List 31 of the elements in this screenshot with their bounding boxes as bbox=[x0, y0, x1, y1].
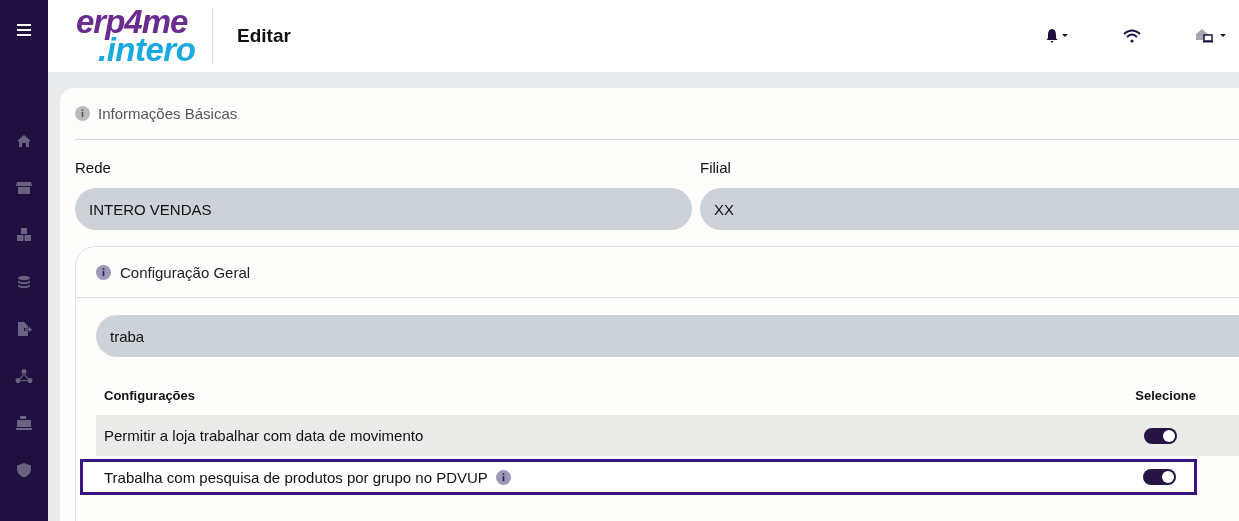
config-row[interactable]: Trabalha com pesquisa de produtos por grupo no PDVUP bbox=[80, 459, 1197, 495]
logo[interactable]: erp4me .intero bbox=[76, 7, 213, 65]
store-switch-button[interactable] bbox=[1195, 27, 1227, 45]
text-field[interactable]: INTERO VENDAS bbox=[75, 188, 692, 230]
search-field[interactable]: traba bbox=[96, 315, 1239, 357]
shield-icon[interactable] bbox=[15, 461, 33, 479]
column-header: Selecione bbox=[1135, 387, 1196, 403]
register-icon[interactable] bbox=[15, 414, 33, 432]
coins-icon[interactable] bbox=[15, 273, 33, 291]
export-icon[interactable] bbox=[15, 320, 33, 338]
notifications-button[interactable] bbox=[1045, 28, 1069, 44]
store-icon[interactable] bbox=[15, 179, 33, 197]
field-label: Filial bbox=[700, 159, 732, 176]
menu-icon[interactable] bbox=[17, 24, 31, 36]
boxes-icon[interactable] bbox=[15, 226, 33, 244]
network-icon[interactable] bbox=[15, 367, 33, 385]
info-icon bbox=[75, 106, 90, 121]
config-row[interactable]: Permitir a loja trabalhar com data de movimento bbox=[96, 415, 1239, 456]
home-icon[interactable] bbox=[15, 132, 33, 150]
config-label: Permitir a loja trabalhar com data de movimento bbox=[104, 427, 424, 444]
section-title: Configuração Geral bbox=[120, 263, 251, 281]
text-field[interactable]: XX bbox=[700, 188, 1239, 230]
toggle-switch[interactable] bbox=[1143, 469, 1176, 485]
wifi-icon[interactable] bbox=[1123, 29, 1141, 43]
column-header: Configurações bbox=[104, 387, 195, 403]
section-title: Informações Básicas bbox=[98, 105, 238, 122]
config-label: Trabalha com pesquisa de produtos por grupo no PDVUP bbox=[104, 468, 488, 486]
toggle-switch[interactable] bbox=[1144, 427, 1177, 444]
page-title: Editar bbox=[237, 25, 291, 47]
info-icon bbox=[96, 264, 111, 280]
field-label: Rede bbox=[75, 159, 112, 176]
